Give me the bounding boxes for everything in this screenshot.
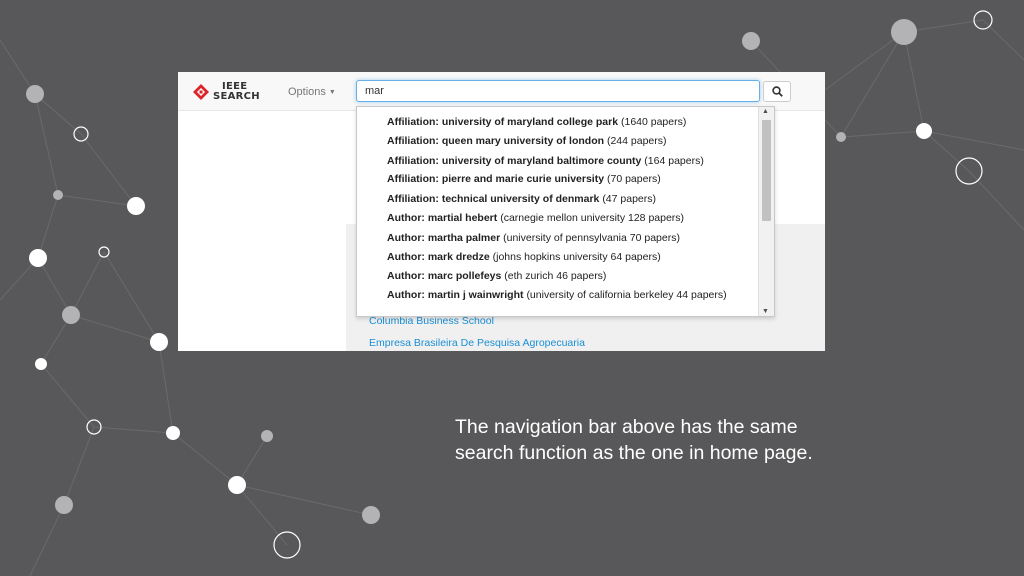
suggestion-kind: Affiliation: [387, 193, 439, 205]
suggestion-detail: (carnegie mellon university 128 papers) [500, 212, 685, 224]
suggestion-item[interactable]: Author: marc pollefeys (eth zurich 46 pa… [387, 269, 737, 283]
suggestion-item[interactable]: Author: martin j wainwright (university … [387, 288, 737, 302]
autocomplete-dropdown: Affiliation: university of maryland coll… [356, 106, 775, 317]
options-label: Options [288, 86, 326, 98]
suggestion-item[interactable]: Affiliation: technical university of den… [387, 192, 737, 206]
suggestion-kind: Affiliation: [387, 155, 439, 167]
options-dropdown[interactable]: Options ▼ [288, 86, 336, 98]
suggestion-name: martial hebert [427, 212, 498, 224]
suggestion-name: university of maryland baltimore county [441, 155, 642, 167]
scroll-down-arrow-icon[interactable]: ▼ [762, 308, 769, 315]
suggestion-name: martha palmer [427, 232, 501, 244]
scrollbar-thumb[interactable] [762, 120, 771, 221]
suggestion-kind: Author: [387, 251, 425, 263]
app-screenshot: Columbia Business School Empresa Brasile… [178, 72, 825, 351]
suggestion-item[interactable]: Author: mark dredze (johns hopkins unive… [387, 250, 737, 264]
search-button[interactable] [763, 81, 791, 102]
suggestion-name: queen mary university of london [441, 135, 605, 147]
caret-down-icon: ▼ [328, 88, 336, 96]
ieee-logo-icon [193, 84, 209, 100]
suggestion-detail: (164 papers) [644, 155, 704, 167]
suggestion-name: pierre and marie curie university [441, 173, 605, 185]
suggestion-kind: Affiliation: [387, 116, 439, 128]
suggestion-kind: Author: [387, 212, 425, 224]
suggestion-detail: (eth zurich 46 papers) [504, 270, 607, 282]
suggestion-kind: Affiliation: [387, 173, 439, 185]
dropdown-scrollbar[interactable]: ▲ ▼ [758, 107, 774, 316]
suggestion-detail: (johns hopkins university 64 papers) [492, 251, 661, 263]
suggestion-detail: (university of pennsylvania 70 papers) [503, 232, 680, 244]
suggestion-kind: Affiliation: [387, 135, 439, 147]
suggestion-kind: Author: [387, 232, 425, 244]
suggestion-item[interactable]: Affiliation: pierre and marie curie univ… [387, 172, 737, 186]
suggestion-name: martin j wainwright [427, 289, 524, 301]
suggestion-item[interactable]: Author: martha palmer (university of pen… [387, 231, 737, 245]
suggestion-detail: (1640 papers) [620, 116, 687, 128]
search-input[interactable] [356, 80, 760, 102]
suggestion-item[interactable]: Author: martial hebert (carnegie mellon … [387, 211, 737, 225]
caption-line: search function as the one in home page. [455, 442, 813, 464]
logo-text-line2: SEARCH [213, 91, 260, 102]
search-icon [772, 86, 783, 97]
suggestion-detail: (70 papers) [607, 173, 661, 185]
suggestion-item[interactable]: Affiliation: university of maryland balt… [387, 154, 737, 168]
suggestion-kind: Author: [387, 289, 425, 301]
suggestion-name: technical university of denmark [441, 193, 600, 205]
suggestion-detail: (47 papers) [602, 193, 657, 205]
scroll-up-arrow-icon[interactable]: ▲ [762, 108, 769, 115]
suggestion-kind: Author: [387, 270, 425, 282]
result-link[interactable]: Empresa Brasileira De Pesquisa Agropecua… [369, 337, 585, 349]
suggestion-detail: (244 papers) [606, 135, 667, 147]
suggestion-name: university of maryland college park [441, 116, 619, 128]
suggestion-item[interactable]: Affiliation: queen mary university of lo… [387, 134, 737, 148]
suggestion-detail: (university of california berkeley 44 pa… [526, 289, 727, 301]
caption-line: The navigation bar above has the same [455, 416, 798, 438]
suggestion-name: mark dredze [427, 251, 490, 263]
suggestion-item[interactable]: Affiliation: university of maryland coll… [387, 115, 737, 129]
slide-caption: The navigation bar above has the same se… [455, 414, 875, 466]
suggestion-name: marc pollefeys [427, 270, 502, 282]
